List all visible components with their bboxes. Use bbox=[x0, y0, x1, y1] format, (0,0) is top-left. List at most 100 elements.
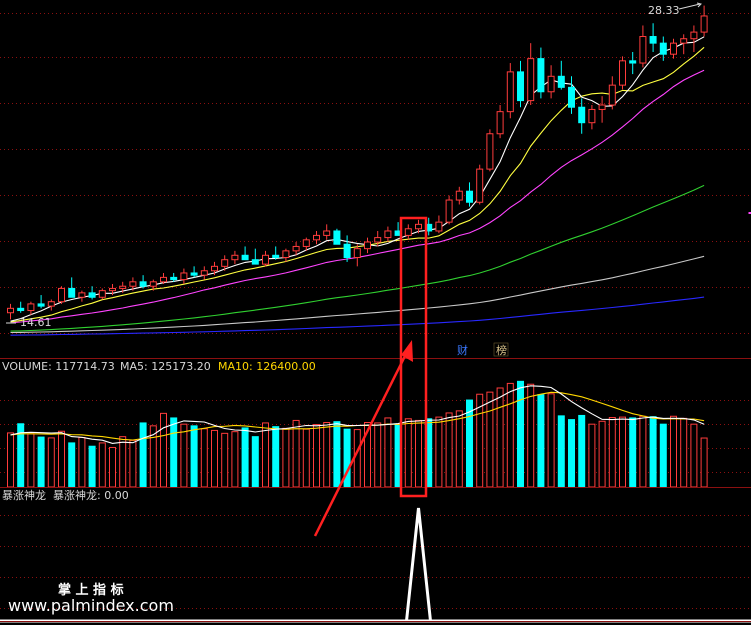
volume-bar-up bbox=[496, 387, 504, 488]
candle-up bbox=[58, 287, 65, 303]
watermark-url: www.palmindex.com bbox=[8, 596, 174, 615]
candle-down bbox=[190, 272, 198, 276]
volume-bar-up bbox=[547, 393, 555, 488]
volume-value: VOLUME: 117714.73 bbox=[2, 360, 115, 373]
candle-down bbox=[659, 42, 667, 55]
signal-spike bbox=[405, 507, 432, 622]
volume-bar-up bbox=[211, 429, 218, 488]
volume-bar-up bbox=[445, 412, 453, 488]
candle-down bbox=[557, 75, 565, 88]
candle-up bbox=[221, 259, 229, 267]
candle-up bbox=[200, 270, 208, 276]
candle-up bbox=[476, 168, 484, 203]
candle-up bbox=[639, 36, 647, 64]
volume-bar-up bbox=[455, 410, 463, 488]
candle-up bbox=[619, 60, 626, 86]
candle-up bbox=[353, 248, 361, 258]
volume-bar-up bbox=[292, 419, 300, 488]
candle-up bbox=[700, 15, 708, 33]
candle-up bbox=[313, 234, 320, 241]
candle-down bbox=[68, 287, 76, 298]
volume-bar-down bbox=[139, 422, 147, 488]
candle-up bbox=[323, 230, 331, 236]
candle-up bbox=[129, 281, 137, 287]
candle-up bbox=[109, 287, 116, 292]
volume-bar-up bbox=[58, 430, 65, 488]
stock-chart[interactable]: 28.33 14.61 财 榜 VOLUME: 117714.73 MA5: 1… bbox=[0, 0, 751, 625]
volume-bar-up bbox=[262, 422, 269, 488]
volume-bar-up bbox=[670, 415, 677, 488]
volume-ma10: MA10: 126400.00 bbox=[218, 360, 316, 373]
volume-bar-up bbox=[619, 416, 626, 488]
candle-up bbox=[78, 292, 86, 298]
volume-bar-down bbox=[251, 436, 259, 488]
volume-bar-down bbox=[557, 415, 565, 488]
candle-down bbox=[649, 36, 657, 44]
volume-bar-up bbox=[109, 446, 116, 488]
candle-up bbox=[262, 254, 269, 265]
candle-up bbox=[27, 303, 35, 312]
candle-up bbox=[211, 265, 218, 272]
candle-up bbox=[670, 42, 677, 55]
ma120-line bbox=[10, 255, 705, 334]
candle-up bbox=[302, 239, 310, 247]
candle-down bbox=[37, 303, 45, 307]
volume-readout: VOLUME: 117714.73 MA5: 125173.20 MA10: 1… bbox=[2, 360, 316, 373]
volume-bar-up bbox=[404, 418, 412, 488]
low-price-label: 14.61 bbox=[20, 316, 52, 329]
candle-down bbox=[272, 254, 280, 258]
candlesticks bbox=[7, 5, 708, 320]
candle-up bbox=[180, 272, 188, 281]
volume-bar-up bbox=[119, 436, 127, 488]
candle-up bbox=[547, 75, 555, 93]
volume-bar-up bbox=[680, 417, 688, 488]
volume-bar-up bbox=[415, 419, 422, 488]
volume-bar-up bbox=[231, 431, 239, 488]
candle-up bbox=[486, 133, 494, 170]
volume-bar-down bbox=[88, 445, 96, 488]
candle-up bbox=[455, 190, 463, 201]
candle-up bbox=[384, 230, 392, 239]
candle-down bbox=[578, 106, 586, 124]
volume-bar-up bbox=[435, 416, 443, 488]
grid-lines bbox=[0, 13, 751, 609]
volume-bar-down bbox=[578, 414, 586, 488]
candle-up bbox=[445, 199, 453, 223]
volume-bar-up bbox=[506, 382, 514, 488]
candle-up bbox=[7, 307, 14, 314]
candle-down bbox=[139, 281, 147, 287]
candle-up bbox=[588, 108, 596, 124]
volume-bar-down bbox=[37, 436, 45, 488]
candle-up bbox=[415, 223, 422, 230]
candle-up bbox=[598, 104, 606, 110]
candle-up bbox=[160, 276, 167, 283]
badge-ranking[interactable]: 榜 bbox=[496, 343, 507, 357]
volume-bars bbox=[7, 380, 708, 488]
volume-bar-up bbox=[78, 436, 86, 488]
volume-bar-down bbox=[568, 419, 575, 488]
volume-bar-up bbox=[486, 391, 494, 488]
volume-bar-up bbox=[608, 417, 616, 488]
volume-bar-down bbox=[190, 425, 198, 488]
candle-down bbox=[241, 254, 249, 261]
volume-bar-up bbox=[313, 424, 320, 488]
candle-up bbox=[47, 301, 55, 307]
volume-bar-down bbox=[629, 417, 637, 488]
candle-up bbox=[119, 285, 127, 289]
candle-down bbox=[517, 71, 524, 102]
volume-bar-up bbox=[302, 428, 310, 488]
volume-bar-up bbox=[200, 428, 208, 488]
badge-finance[interactable]: 财 bbox=[457, 343, 468, 357]
indicator-name: 暴涨神龙 bbox=[2, 488, 46, 502]
volume-bar-down bbox=[170, 417, 178, 488]
volume-bar-down bbox=[241, 427, 249, 488]
candle-down bbox=[17, 307, 25, 312]
volume-bar-down bbox=[333, 421, 341, 488]
candle-down bbox=[251, 259, 259, 265]
volume-bar-up bbox=[98, 442, 106, 488]
volume-bar-up bbox=[598, 420, 606, 488]
candle-up bbox=[435, 221, 443, 232]
volume-bar-up bbox=[180, 423, 188, 488]
volume-bar-down bbox=[537, 394, 545, 488]
candle-down bbox=[170, 276, 178, 281]
